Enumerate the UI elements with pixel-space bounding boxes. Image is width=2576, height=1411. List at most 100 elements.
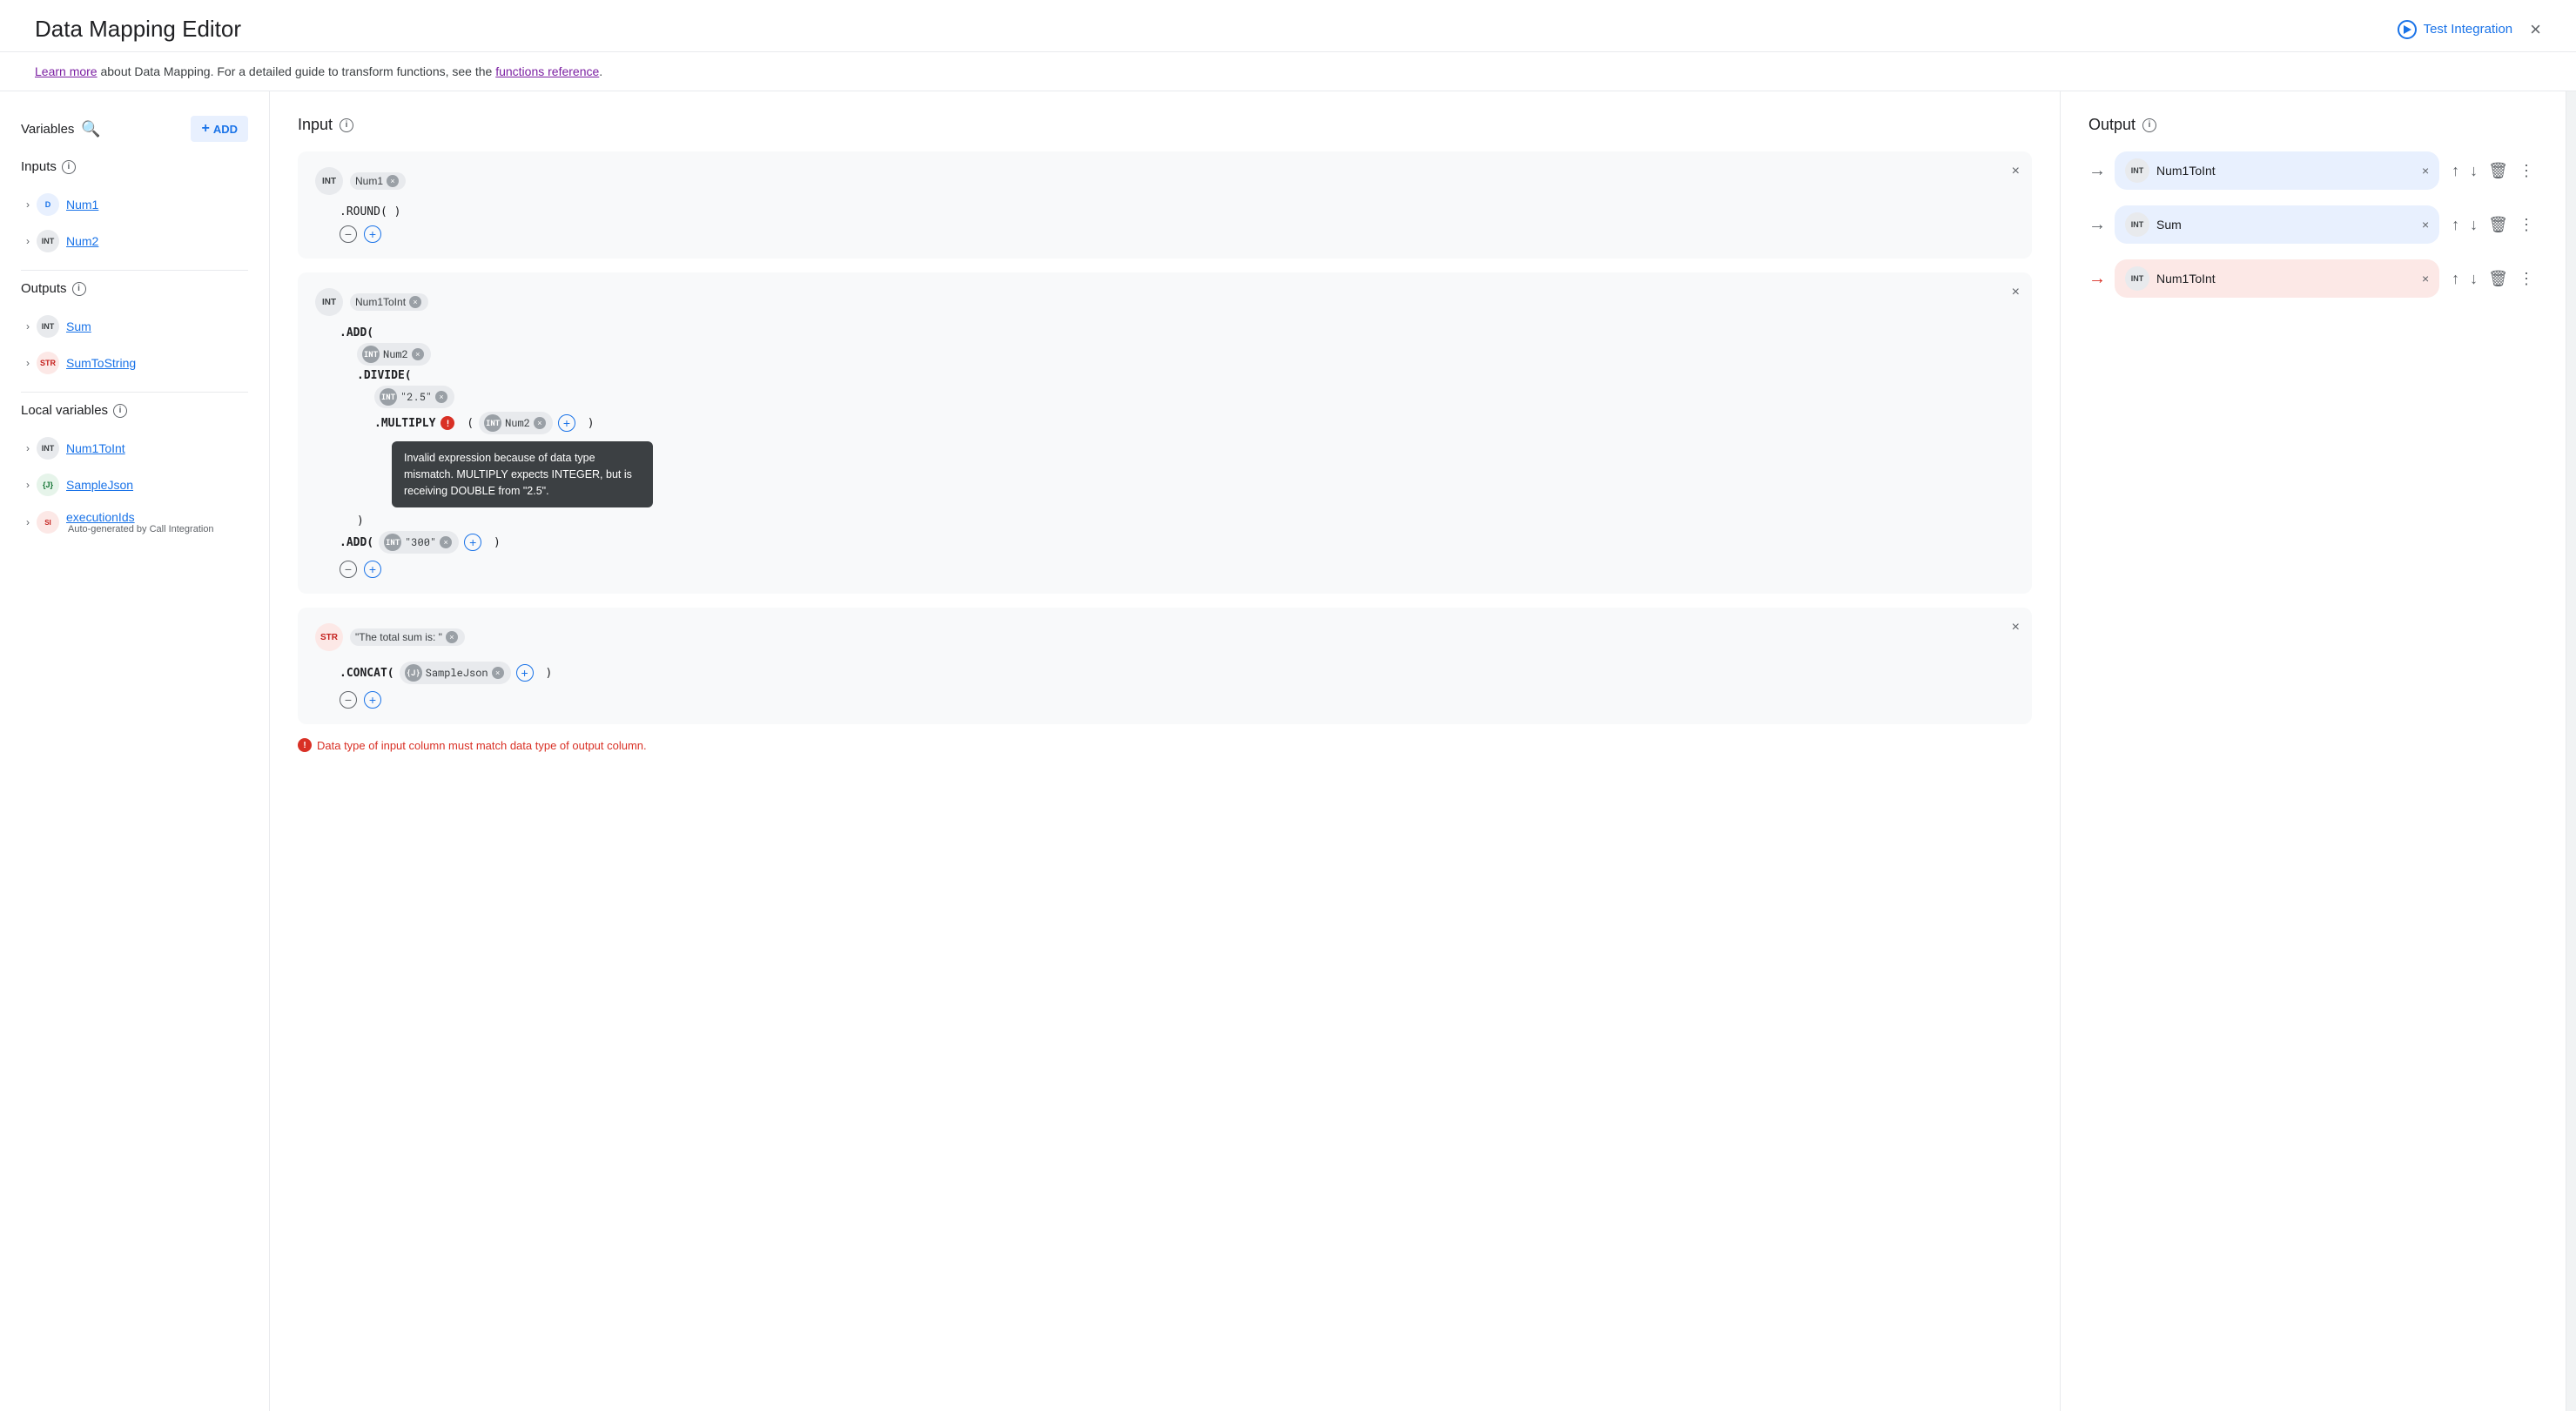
sidebar-item-num2[interactable]: › INT Num2 — [21, 223, 248, 259]
remove-row-button[interactable]: − — [340, 225, 357, 243]
card1-var-name: Num1 — [355, 175, 383, 187]
output-info-icon[interactable]: i — [2142, 118, 2156, 132]
out1-close[interactable]: × — [2422, 164, 2429, 178]
var-name-samplejson[interactable]: SampleJson — [66, 478, 133, 492]
var-name-sumtostring[interactable]: SumToString — [66, 356, 136, 370]
outputs-info-icon[interactable]: i — [72, 282, 86, 296]
card2-divide-line: .DIVIDE( — [315, 367, 2014, 384]
add-label: ADD — [213, 123, 238, 136]
300-tag-close[interactable]: × — [440, 536, 452, 548]
multiply-add-arg[interactable]: + — [558, 414, 575, 432]
header: Data Mapping Editor Test Integration × — [0, 0, 2576, 52]
out1-up[interactable]: ↑ — [2448, 158, 2463, 184]
add-row-button-3[interactable]: + — [364, 691, 381, 709]
out2-more[interactable]: ⋮ — [2515, 212, 2538, 238]
card3-tag: "The total sum is: " × — [350, 628, 465, 646]
chevron-icon: › — [26, 479, 30, 491]
output-panel-header: Output i — [2088, 116, 2538, 134]
type-badge-si: SI — [37, 511, 59, 534]
chevron-icon: › — [26, 235, 30, 247]
search-icon: 🔍 — [81, 120, 100, 138]
add300-plus[interactable]: + — [464, 534, 481, 551]
concat-plus[interactable]: + — [516, 664, 534, 682]
remove-row-button-3[interactable]: − — [340, 691, 357, 709]
bottom-error-icon: ! — [298, 738, 312, 752]
chevron-icon: › — [26, 442, 30, 454]
search-button[interactable]: 🔍 — [81, 120, 100, 138]
card2-close[interactable]: × — [2012, 285, 2020, 300]
sidebar-item-num1toint[interactable]: › INT Num1ToInt — [21, 430, 248, 467]
input-card-3: STR "The total sum is: " × × .CONCAT( {J… — [298, 608, 2032, 724]
out1-down[interactable]: ↓ — [2466, 158, 2481, 184]
300-name: "300" — [405, 535, 436, 549]
remove-row-button-2[interactable]: − — [340, 561, 357, 578]
error-badge-multiply: ! — [441, 416, 454, 430]
var-name-num2[interactable]: Num2 — [66, 234, 98, 248]
out2-type-badge: INT — [2125, 212, 2149, 237]
var-name-sum[interactable]: Sum — [66, 319, 91, 333]
scrollbar-track[interactable] — [2566, 91, 2576, 1411]
out3-up[interactable]: ↑ — [2448, 266, 2463, 292]
out2-close[interactable]: × — [2422, 218, 2429, 232]
output-panel: Output i → INT Num1ToInt × ↑ ↓ 🗑 ⋮ — [2061, 91, 2566, 1411]
out3-name: Num1ToInt — [2156, 272, 2415, 286]
multiply-tag-close[interactable]: × — [534, 417, 546, 429]
type-badge-int: INT — [37, 230, 59, 252]
card1-close[interactable]: × — [2012, 164, 2020, 179]
card3-close[interactable]: × — [2012, 620, 2020, 635]
multiply-name: Num2 — [505, 416, 530, 430]
input-label: Input — [298, 116, 333, 134]
add-row-button[interactable]: + — [364, 225, 381, 243]
variables-label: Variables — [21, 122, 74, 137]
out2-delete[interactable]: 🗑 — [2485, 212, 2512, 238]
sidebar-item-executionids[interactable]: › SI executionIds Auto-generated by Call… — [21, 503, 248, 541]
out3-delete[interactable]: 🗑 — [2485, 266, 2512, 292]
card1-tag-close[interactable]: × — [387, 175, 399, 187]
test-integration-button[interactable]: Test Integration — [2398, 20, 2513, 39]
out3-down[interactable]: ↓ — [2466, 266, 2481, 292]
card2-var-name: Num1ToInt — [355, 296, 406, 308]
out3-more[interactable]: ⋮ — [2515, 266, 2538, 292]
sidebar-item-sumtostring[interactable]: › STR SumToString — [21, 345, 248, 381]
card2-tag-close[interactable]: × — [409, 296, 421, 308]
card2-add-remove: − + — [315, 561, 2014, 578]
learn-more-link[interactable]: Learn more — [35, 64, 98, 78]
out1-more[interactable]: ⋮ — [2515, 158, 2538, 184]
page-title: Data Mapping Editor — [35, 16, 241, 43]
out1-delete[interactable]: 🗑 — [2485, 158, 2512, 184]
arrow-right-3-red: → — [2088, 269, 2106, 289]
arrow-right-1: → — [2088, 161, 2106, 181]
divider2 — [21, 392, 248, 393]
add-variable-button[interactable]: + ADD — [191, 116, 248, 142]
add-row-button-2[interactable]: + — [364, 561, 381, 578]
25-type-mini: INT — [380, 388, 397, 406]
output-tag-1: INT Num1ToInt × — [2115, 151, 2439, 190]
functions-reference-link[interactable]: functions reference — [495, 64, 599, 78]
num2-name: Num2 — [383, 347, 408, 361]
local-variables-label: Local variables — [21, 403, 108, 418]
sidebar-item-samplejson[interactable]: › {J} SampleJson — [21, 467, 248, 503]
output-row-1: → INT Num1ToInt × ↑ ↓ 🗑 ⋮ — [2088, 151, 2538, 190]
close-button[interactable]: × — [2530, 18, 2541, 41]
out1-name: Num1ToInt — [2156, 164, 2415, 178]
sidebar-item-num1[interactable]: › D Num1 — [21, 186, 248, 223]
inputs-info-icon[interactable]: i — [62, 160, 76, 174]
var-name-num1toint[interactable]: Num1ToInt — [66, 441, 125, 455]
sidebar-item-sum[interactable]: › INT Sum — [21, 308, 248, 345]
out2-up[interactable]: ↑ — [2448, 212, 2463, 238]
local-vars-info-icon[interactable]: i — [113, 404, 127, 418]
card3-tag-close[interactable]: × — [446, 631, 458, 643]
error-tooltip: Invalid expression because of data type … — [392, 441, 653, 507]
play-icon — [2398, 20, 2417, 39]
chevron-icon: › — [26, 320, 30, 333]
num2-tag-close[interactable]: × — [412, 348, 424, 360]
300-type-mini: INT — [384, 534, 401, 551]
var-name-executionids[interactable]: executionIds — [66, 510, 214, 524]
var-name-num1[interactable]: Num1 — [66, 198, 98, 212]
out3-close[interactable]: × — [2422, 272, 2429, 286]
input-info-icon[interactable]: i — [340, 118, 353, 132]
out2-down[interactable]: ↓ — [2466, 212, 2481, 238]
card2-header: INT Num1ToInt × — [315, 288, 2014, 316]
25-tag-close[interactable]: × — [435, 391, 447, 403]
samplejson-close[interactable]: × — [492, 667, 504, 679]
